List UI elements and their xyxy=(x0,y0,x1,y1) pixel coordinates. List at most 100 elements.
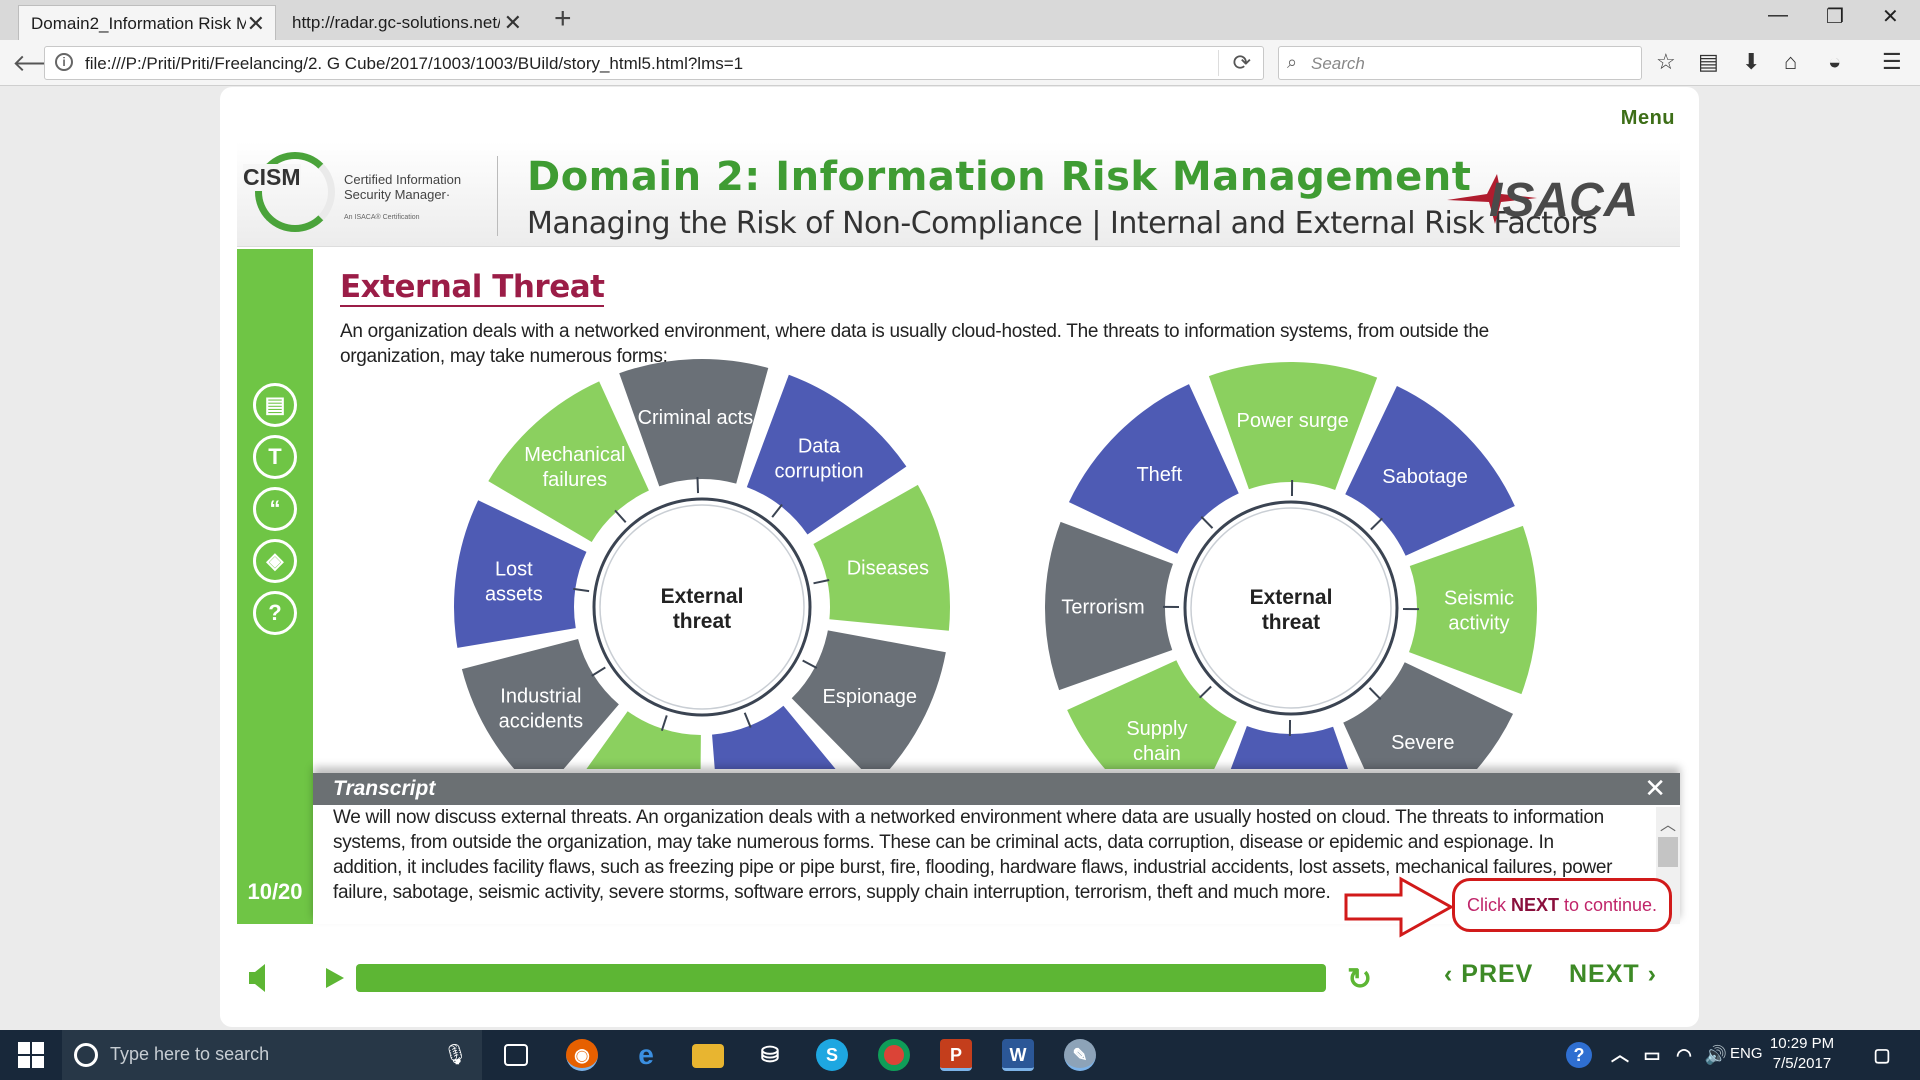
replay-icon[interactable]: ↻ xyxy=(1347,962,1372,997)
edge-icon[interactable]: e xyxy=(630,1039,662,1071)
taskbar-search-placeholder: Type here to search xyxy=(110,1044,270,1064)
browser-tab[interactable]: http://radar.gc-solutions.net/ope ✕ xyxy=(280,5,532,40)
url-text[interactable]: file:///P:/Priti/Priti/Freelancing/2. G … xyxy=(85,54,743,74)
wheel-connector xyxy=(1200,516,1214,529)
taskbar-search[interactable]: Type here to search 🎙 xyxy=(62,1030,482,1080)
close-tab-icon[interactable]: ✕ xyxy=(247,6,265,40)
firefox-icon[interactable]: ◉ xyxy=(566,1039,598,1071)
notifications-icon[interactable]: ▢ xyxy=(1866,1039,1898,1071)
speaker-icon[interactable]: 🔊 xyxy=(1700,1039,1732,1071)
store-icon[interactable]: ⛁ xyxy=(754,1039,786,1071)
word-icon[interactable]: W xyxy=(1002,1039,1034,1071)
click-next-callout: Click NEXT to continue. xyxy=(1452,878,1672,932)
callout-text: Click NEXT to continue. xyxy=(1466,895,1658,915)
left-rail: ▤ T “ ◈ ? 10/20 xyxy=(237,249,313,924)
cism-logo-text: CISM xyxy=(243,164,301,191)
powerpoint-icon[interactable]: P xyxy=(940,1039,972,1071)
next-button[interactable]: NEXT › xyxy=(1569,960,1657,989)
language-indicator[interactable]: ENG xyxy=(1730,1045,1763,1062)
quote-icon[interactable]: “ xyxy=(253,487,297,531)
callout-arrow xyxy=(1344,876,1455,938)
notes-icon[interactable]: ▤ xyxy=(253,383,297,427)
progress-fill xyxy=(356,964,1326,992)
prev-button[interactable]: ‹ PREV xyxy=(1444,960,1533,989)
new-tab-icon[interactable]: + xyxy=(554,2,572,36)
cortana-icon xyxy=(74,1043,98,1067)
hamburger-menu-icon[interactable]: ☰ xyxy=(1882,49,1902,75)
course-header: CISM Certified Information Security Mana… xyxy=(237,142,1680,247)
search-placeholder: Search xyxy=(1311,54,1365,73)
help-icon[interactable]: ? xyxy=(253,591,297,635)
wheel-segment xyxy=(1409,525,1537,695)
wheel-segment-label: Sabotage xyxy=(1382,466,1468,488)
microphone-icon[interactable]: 🎙 xyxy=(443,1042,468,1067)
restore-icon[interactable]: ❐ xyxy=(1826,4,1844,29)
threat-wheels: Criminal actsData corruptionDiseasesEspio… xyxy=(454,359,1537,769)
wheel-segment-label: Power surge xyxy=(1236,410,1348,432)
browser-search-input[interactable]: ⌕ Search xyxy=(1278,46,1642,80)
menu-link[interactable]: Menu xyxy=(1621,107,1675,130)
wheel-segment-label: Espionage xyxy=(822,686,917,708)
address-bar[interactable]: i file:///P:/Priti/Priti/Freelancing/2. … xyxy=(44,46,1264,80)
search-icon: ⌕ xyxy=(1287,52,1298,72)
close-tab-icon[interactable]: ✕ xyxy=(504,5,522,40)
minimize-icon[interactable]: — xyxy=(1768,4,1788,27)
wheel-connector xyxy=(743,712,752,728)
bookmark-star-icon[interactable]: ☆ xyxy=(1656,49,1676,75)
taskbar-clock[interactable]: 10:29 PM 7/5/2017 xyxy=(1762,1034,1842,1074)
wheel-connector xyxy=(802,659,818,669)
transcript-header: Transcript ✕ xyxy=(313,773,1680,805)
play-icon[interactable] xyxy=(324,966,346,990)
player-controls: ↻ ‹ PREV NEXT › xyxy=(237,942,1680,1012)
battery-icon[interactable]: ▭ xyxy=(1636,1039,1668,1071)
wheel-connector xyxy=(1370,517,1383,531)
browser-nav-bar: 🡐 i file:///P:/Priti/Priti/Freelancing/2… xyxy=(0,40,1920,86)
volume-icon[interactable] xyxy=(247,962,275,994)
window-close-icon[interactable]: ✕ xyxy=(1882,4,1899,29)
windows-taskbar: Type here to search 🎙 ◉ e ⛁ S P W ✎ ? ︿ … xyxy=(0,1030,1920,1080)
wheel-connector xyxy=(813,578,830,585)
cism-logo-subtitle: Certified Information Security Manager· xyxy=(344,172,462,202)
wheel-connector xyxy=(1199,685,1212,699)
wheel-segment-label: Criminal acts xyxy=(638,407,754,429)
next-label: NEXT xyxy=(1569,960,1640,988)
browser-tab-active[interactable]: Domain2_Information Risk Management ✕ xyxy=(18,5,276,40)
wheel-connector xyxy=(771,503,783,518)
progress-bar[interactable] xyxy=(356,964,1326,992)
close-transcript-icon[interactable]: ✕ xyxy=(1644,773,1666,804)
windows-start-icon[interactable] xyxy=(18,1042,44,1068)
prev-label: PREV xyxy=(1461,960,1534,988)
transcript-title: Transcript xyxy=(333,777,436,800)
tab-title: Domain2_Information Risk Management xyxy=(31,14,246,33)
resources-layers-icon[interactable]: ◈ xyxy=(253,539,297,583)
home-icon[interactable]: ⌂ xyxy=(1784,49,1797,75)
wifi-icon[interactable]: ◠ xyxy=(1668,1039,1700,1071)
bookmarks-list-icon[interactable]: ▤ xyxy=(1698,49,1719,75)
scroll-thumb[interactable] xyxy=(1658,837,1678,867)
task-view-icon[interactable] xyxy=(504,1044,528,1066)
isaca-logo: ISACA xyxy=(1447,174,1637,227)
help-tray-icon[interactable]: ? xyxy=(1566,1042,1592,1068)
file-explorer-icon[interactable] xyxy=(692,1044,724,1068)
wheel-segment-label: Severe xyxy=(1391,732,1454,754)
wheel-connector xyxy=(591,666,606,677)
chrome-icon[interactable] xyxy=(878,1039,910,1071)
wheel-segment-label: Terrorism xyxy=(1061,596,1144,618)
chevron-up-icon[interactable]: ︿ xyxy=(1604,1039,1636,1071)
slide-content: External Threat An organization deals wi… xyxy=(313,249,1680,769)
wheel-connector xyxy=(696,477,700,494)
tab-title: http://radar.gc-solutions.net/ope xyxy=(292,13,500,32)
reload-icon[interactable]: ⟳ xyxy=(1217,50,1251,76)
transcript-icon[interactable]: T xyxy=(253,435,297,479)
download-icon[interactable]: ⬇ xyxy=(1742,49,1760,75)
isaca-brand-text: ISACA xyxy=(1489,174,1637,227)
paint-icon[interactable]: ✎ xyxy=(1064,1039,1096,1071)
wheel-segment-label: Theft xyxy=(1136,464,1182,486)
clock-date: 7/5/2017 xyxy=(1772,1055,1832,1072)
pocket-icon[interactable]: ◒ xyxy=(1828,49,1841,75)
skype-icon[interactable]: S xyxy=(816,1039,848,1071)
wheel-connector xyxy=(573,587,590,593)
info-icon[interactable]: i xyxy=(55,53,73,71)
wheel-segment-label: Diseases xyxy=(847,557,929,579)
scroll-up-icon[interactable]: ︿ xyxy=(1660,811,1676,835)
